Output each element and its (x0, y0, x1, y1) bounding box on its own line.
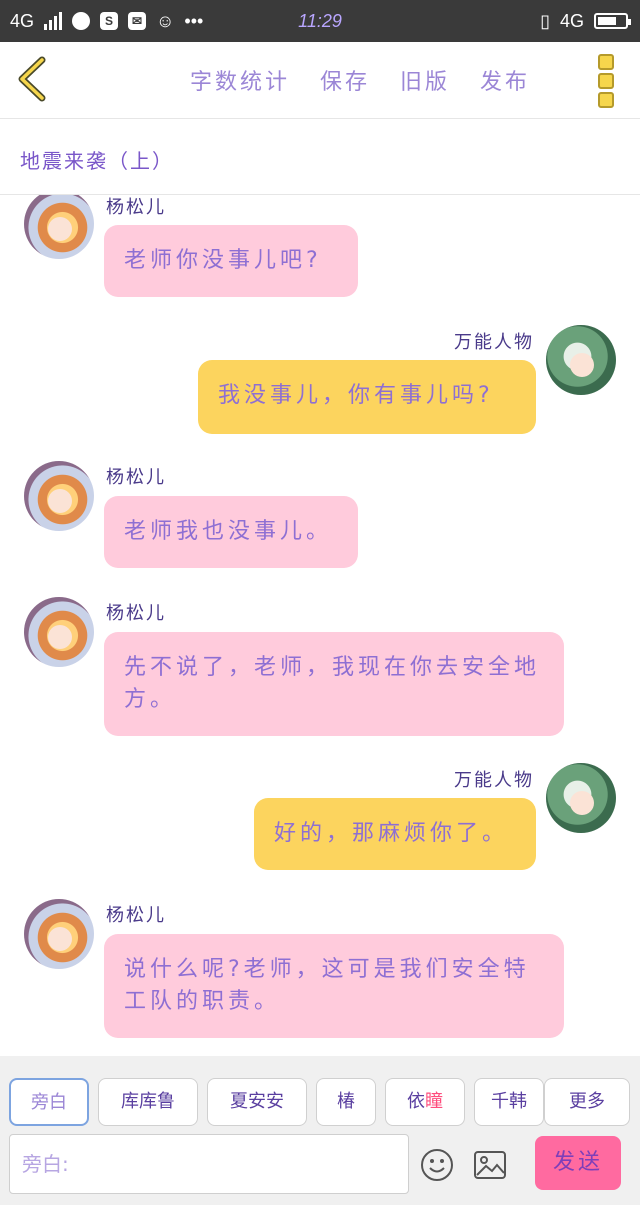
sender-name: 杨松儿 (106, 603, 166, 624)
character-chip-label-highlight: 瞳 (425, 1091, 443, 1112)
message-bubble[interactable]: 我没事儿，你有事儿吗? (198, 360, 536, 434)
word-count-button[interactable]: 字数统计 (190, 64, 290, 96)
emoji-button[interactable] (420, 1148, 454, 1182)
more-characters-button[interactable]: 更多 (544, 1078, 630, 1126)
sender-name: 杨松儿 (106, 905, 166, 926)
chat-area[interactable]: 杨松儿 老师你没事儿吧? 万能人物 我没事儿，你有事儿吗? 杨松儿 老师我也没事… (0, 195, 640, 1055)
character-selector: 旁白 库库鲁 夏安安 椿 依瞳 千韩 更多 (0, 1078, 640, 1128)
back-button[interactable] (14, 54, 54, 104)
avatar[interactable] (24, 597, 94, 667)
message-input[interactable]: 旁白: (9, 1134, 409, 1194)
send-button[interactable]: 发送 (535, 1136, 621, 1190)
character-chip[interactable]: 依瞳 (385, 1078, 465, 1126)
image-button[interactable] (473, 1148, 507, 1182)
sender-name: 万能人物 (454, 332, 534, 353)
save-button[interactable]: 保存 (320, 64, 370, 96)
more-vertical-icon[interactable] (598, 54, 614, 108)
old-version-button[interactable]: 旧版 (400, 64, 450, 96)
smiley-icon (421, 1149, 453, 1181)
vibrate-icon: ▯ (540, 10, 550, 31)
message-bubble[interactable]: 先不说了，老师，我现在你去安全地方。 (104, 632, 564, 736)
network-type-right: 4G (559, 10, 584, 31)
message-bubble[interactable]: 老师你没事儿吧? (104, 225, 358, 297)
message-bubble[interactable]: 老师我也没事儿。 (104, 496, 358, 568)
message-bubble[interactable]: 好的，那麻烦你了。 (254, 798, 536, 870)
publish-button[interactable]: 发布 (480, 64, 530, 96)
character-chip[interactable]: 千韩 (474, 1078, 544, 1126)
avatar[interactable] (24, 195, 94, 259)
character-chip[interactable]: 夏安安 (207, 1078, 307, 1126)
status-right: ▯ 4G (540, 0, 631, 42)
sender-name: 杨松儿 (106, 197, 166, 218)
toolbar-menu: 字数统计 保存 旧版 发布 (190, 42, 530, 118)
sender-name: 杨松儿 (106, 467, 166, 488)
avatar[interactable] (546, 763, 616, 833)
toolbar: 字数统计 保存 旧版 发布 (0, 42, 640, 119)
character-chip[interactable]: 椿 (316, 1078, 376, 1126)
story-title: 地震来袭（上） (20, 149, 174, 173)
avatar[interactable] (546, 325, 616, 395)
chevron-left-icon (18, 56, 46, 102)
avatar[interactable] (24, 899, 94, 969)
image-icon (474, 1151, 506, 1179)
status-bar: 4G S ✉ ☺ ••• 11:29 ▯ 4G (0, 0, 640, 42)
character-chip[interactable]: 库库鲁 (98, 1078, 198, 1126)
composer-panel: 旁白 库库鲁 夏安安 椿 依瞳 千韩 更多 旁白: 发送 (0, 1056, 640, 1205)
avatar[interactable] (24, 461, 94, 531)
character-chip-label: 依 (407, 1091, 425, 1112)
story-title-bar[interactable]: 地震来袭（上） (0, 119, 640, 195)
battery-icon (594, 13, 631, 29)
character-chip-narrator[interactable]: 旁白 (9, 1078, 89, 1126)
sender-name: 万能人物 (454, 770, 534, 791)
message-bubble[interactable]: 说什么呢?老师，这可是我们安全特工队的职责。 (104, 934, 564, 1038)
